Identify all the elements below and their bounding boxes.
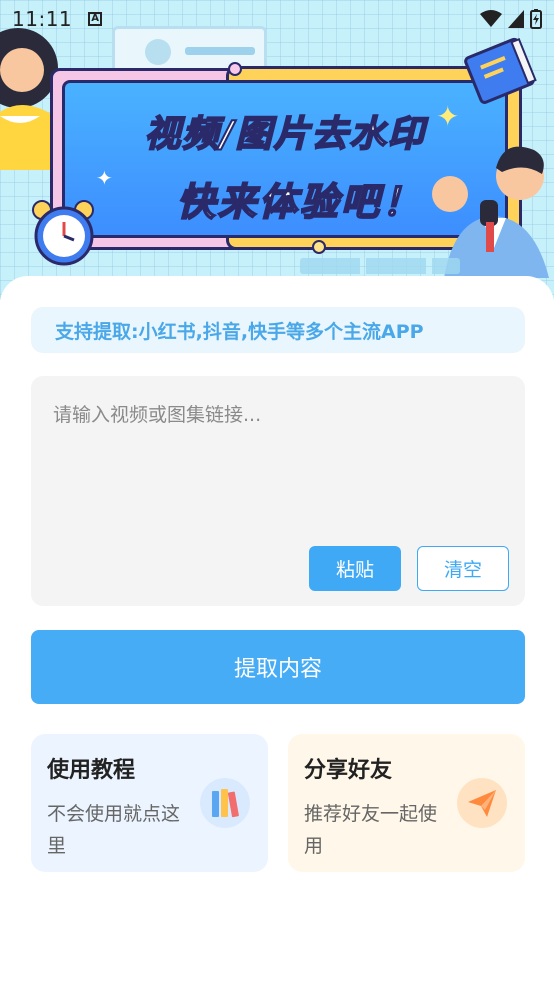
alarm-clock-illustration	[32, 200, 94, 266]
status-time: 11:11	[12, 7, 73, 31]
status-icons	[480, 9, 542, 29]
main-card: 支持提取:小红书,抖音,快手等多个主流APP 粘贴 清空 提取内容 使用教程 不…	[0, 276, 554, 984]
battery-icon	[530, 9, 542, 29]
notification-a-icon: A	[88, 12, 103, 26]
hero-banner-area: 11:11 A 视频/图片去水印 快来体验吧！ ✦ ✦	[0, 0, 554, 300]
book-illustration	[464, 37, 537, 104]
extract-content-button[interactable]: 提取内容	[31, 630, 525, 704]
share-card[interactable]: 分享好友 推荐好友一起使用	[288, 734, 525, 872]
share-description: 推荐好友一起使用	[304, 803, 438, 857]
tutorial-description: 不会使用就点这里	[47, 803, 181, 857]
link-input-container: 粘贴 清空	[31, 376, 525, 606]
supported-platforms-notice: 支持提取:小红书,抖音,快手等多个主流APP	[31, 307, 525, 353]
decor-dot	[312, 240, 326, 254]
sparkle-icon: ✦	[96, 166, 113, 190]
decor-stripes	[300, 258, 460, 274]
paste-button[interactable]: 粘贴	[309, 546, 401, 591]
paper-plane-icon	[457, 778, 507, 828]
man-with-microphone-illustration	[432, 146, 549, 278]
clear-button[interactable]: 清空	[417, 546, 509, 591]
signal-icon	[508, 10, 524, 28]
status-bar: 11:11 A	[0, 0, 554, 38]
books-icon	[200, 778, 250, 828]
supported-platforms-text: 支持提取:小红书,抖音,快手等多个主流APP	[55, 320, 424, 343]
wifi-icon	[480, 10, 502, 27]
tutorial-card[interactable]: 使用教程 不会使用就点这里	[31, 734, 268, 872]
decor-dot	[228, 62, 242, 76]
